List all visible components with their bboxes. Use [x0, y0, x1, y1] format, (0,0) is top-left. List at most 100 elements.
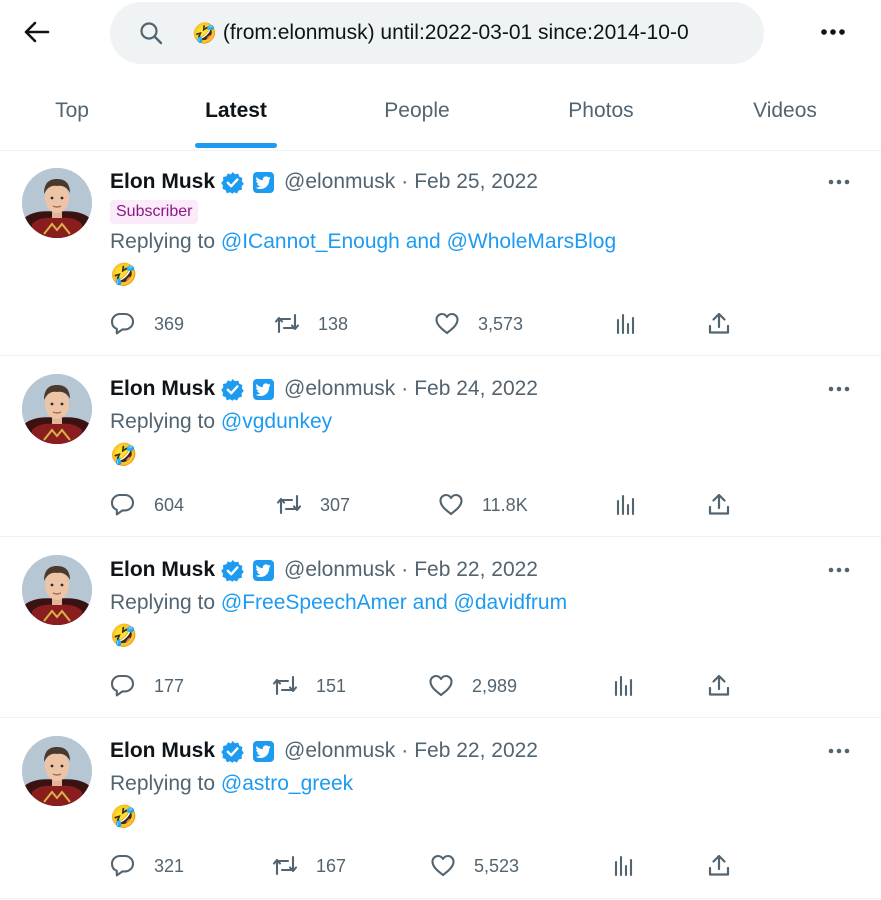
tweet-actions: 321 167 5,523	[0, 852, 881, 880]
avatar[interactable]	[22, 168, 92, 238]
like-button[interactable]: 3,573	[434, 310, 523, 338]
replying-prefix: Replying to	[110, 230, 216, 253]
tweet-card[interactable]: Elon Musk @elonmusk · Feb 22, 2022 Reply…	[0, 537, 881, 718]
tweet-card[interactable]: Elon Musk @elonmusk · Feb 24, 2022 Reply…	[0, 356, 881, 537]
author-handle[interactable]: @elonmusk	[284, 170, 395, 194]
reply-button[interactable]: 177	[110, 672, 184, 700]
tab-videos[interactable]: Videos	[730, 72, 840, 150]
tweet-card[interactable]: Elon Musk @elonmusk · Feb 22, 2022 Reply…	[0, 718, 881, 899]
share-icon	[708, 493, 730, 515]
tweet-header: Elon Musk @elonmusk · Feb 25, 2022	[110, 167, 538, 197]
more-options-icon[interactable]	[818, 18, 848, 46]
query-emoji: 🤣	[192, 22, 217, 45]
tweet-more-icon[interactable]	[826, 741, 852, 761]
replying-to: Replying to @vgdunkey	[110, 410, 332, 438]
separator: ·	[401, 170, 409, 193]
like-icon	[429, 674, 453, 697]
replying-prefix: Replying to	[110, 772, 216, 795]
share-button[interactable]	[706, 672, 732, 700]
mention-link[interactable]: @ICannot_Enough	[221, 230, 400, 253]
search-icon	[138, 20, 164, 46]
author-name[interactable]: Elon Musk	[110, 739, 215, 763]
tweet-more-icon[interactable]	[826, 560, 852, 580]
mention-link[interactable]: @astro_greek	[221, 772, 353, 795]
tweet-text-emoji: 🤣	[110, 623, 138, 648]
twitter-bird-icon	[253, 559, 275, 581]
like-count: 2,989	[472, 675, 518, 696]
replying-prefix: Replying to	[110, 410, 216, 433]
retweet-button[interactable]: 151	[272, 672, 346, 700]
tweet-card[interactable]: Elon Musk @elonmusk · Feb 25, 2022 Subsc…	[0, 150, 881, 356]
author-name[interactable]: Elon Musk	[110, 377, 215, 401]
back-arrow-icon[interactable]	[22, 18, 52, 46]
views-button[interactable]	[612, 852, 636, 880]
verified-badge-icon	[221, 558, 245, 582]
search-input[interactable]: 🤣 (from:elonmusk) until:2022-03-01 since…	[110, 2, 764, 64]
share-button[interactable]	[706, 491, 732, 519]
reply-button[interactable]: 604	[110, 491, 184, 519]
avatar[interactable]	[22, 374, 92, 444]
mention-link[interactable]: @FreeSpeechAmer	[221, 591, 407, 614]
tab-photos[interactable]: Photos	[546, 72, 656, 150]
author-name[interactable]: Elon Musk	[110, 558, 215, 582]
tab-latest[interactable]: Latest	[186, 72, 286, 150]
author-handle[interactable]: @elonmusk	[284, 558, 395, 582]
verified-badge-icon	[221, 739, 245, 763]
views-icon	[616, 313, 635, 335]
like-icon	[431, 854, 455, 877]
like-button[interactable]: 5,523	[430, 852, 519, 880]
retweet-button[interactable]: 138	[274, 310, 348, 338]
mention-conjunction: and	[405, 230, 441, 253]
views-button[interactable]	[614, 310, 638, 338]
separator: ·	[401, 377, 409, 400]
replying-prefix: Replying to	[110, 591, 216, 614]
tab-top[interactable]: Top	[22, 72, 122, 150]
retweet-icon	[272, 675, 298, 696]
tweet-date[interactable]: Feb 22, 2022	[414, 739, 538, 763]
avatar[interactable]	[22, 736, 92, 806]
tweet-date[interactable]: Feb 25, 2022	[414, 170, 538, 194]
tweet-header: Elon Musk @elonmusk · Feb 22, 2022	[110, 555, 538, 585]
views-button[interactable]	[614, 491, 638, 519]
mention-link[interactable]: @davidfrum	[454, 591, 568, 614]
like-icon	[439, 493, 463, 516]
tweet-actions: 177 151 2,989	[0, 672, 881, 700]
mention-link[interactable]: @WholeMarsBlog	[447, 230, 617, 253]
share-button[interactable]	[706, 852, 732, 880]
share-button[interactable]	[706, 310, 732, 338]
retweet-button[interactable]: 167	[272, 852, 346, 880]
reply-icon	[110, 312, 135, 335]
tweet-date[interactable]: Feb 22, 2022	[414, 558, 538, 582]
separator: ·	[401, 739, 409, 762]
retweet-count: 167	[316, 855, 347, 876]
tweet-header: Elon Musk @elonmusk · Feb 24, 2022	[110, 374, 538, 404]
like-button[interactable]: 11.8K	[438, 491, 528, 519]
replying-to: Replying to @ICannot_Enough and @WholeMa…	[110, 230, 616, 258]
retweet-count: 307	[320, 494, 351, 515]
tweet-more-icon[interactable]	[826, 172, 852, 192]
author-handle[interactable]: @elonmusk	[284, 739, 395, 763]
tab-people[interactable]: People	[362, 72, 472, 150]
like-count: 3,573	[478, 313, 524, 334]
reply-count: 177	[154, 675, 185, 696]
views-button[interactable]	[612, 672, 636, 700]
tweet-more-icon[interactable]	[826, 379, 852, 399]
search-tabs: Top Latest People Photos Videos	[0, 72, 881, 151]
share-icon	[708, 674, 730, 696]
author-name[interactable]: Elon Musk	[110, 170, 215, 194]
avatar[interactable]	[22, 555, 92, 625]
tweet-text-emoji: 🤣	[110, 804, 138, 829]
active-tab-indicator	[195, 143, 277, 148]
tab-label: Photos	[568, 99, 634, 122]
reply-button[interactable]: 321	[110, 852, 184, 880]
reply-icon	[110, 854, 135, 877]
reply-icon	[110, 674, 135, 697]
mention-link[interactable]: @vgdunkey	[221, 410, 332, 433]
reply-icon	[110, 493, 135, 516]
retweet-button[interactable]: 307	[276, 491, 350, 519]
like-button[interactable]: 2,989	[428, 672, 517, 700]
like-icon	[435, 312, 459, 335]
tweet-date[interactable]: Feb 24, 2022	[414, 377, 538, 401]
reply-button[interactable]: 369	[110, 310, 184, 338]
author-handle[interactable]: @elonmusk	[284, 377, 395, 401]
